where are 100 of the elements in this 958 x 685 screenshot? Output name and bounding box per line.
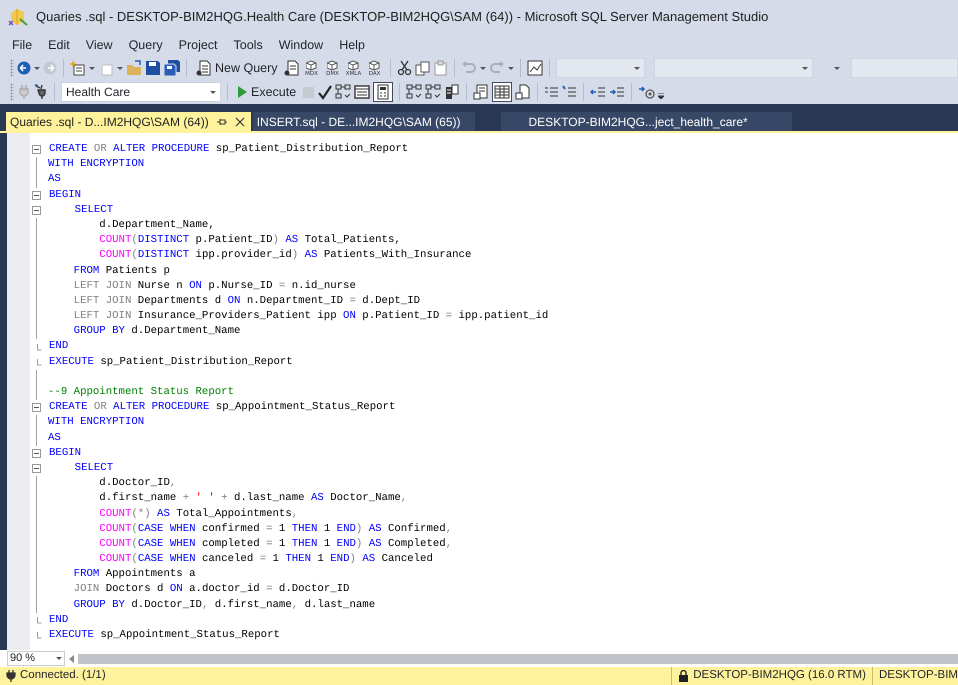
comment-lines-icon[interactable] xyxy=(544,85,560,99)
caret-icon[interactable] xyxy=(834,66,840,70)
window-icon[interactable] xyxy=(354,84,370,100)
caret-icon xyxy=(802,66,808,70)
menu-item[interactable]: Window xyxy=(270,36,332,54)
code-line: COUNT(*) AS Total_Appointments, xyxy=(98,506,298,522)
menu-item[interactable]: Query xyxy=(120,36,171,54)
menu-item[interactable]: Tools xyxy=(226,36,271,54)
code-line: SELECT xyxy=(74,460,114,476)
close-icon[interactable] xyxy=(234,116,245,126)
code-line: CREATE OR ALTER PROCEDURE sp_Patient_Distribution_Report xyxy=(49,142,408,157)
check-icon[interactable] xyxy=(318,84,332,100)
pin-icon[interactable] xyxy=(216,118,227,126)
code-line: GROUP BY d.Doctor_ID, d.first_name, d.last_name xyxy=(72,598,376,613)
document-tab[interactable]: INSERT.sql - DE...IM2HQG\SAM (65)) xyxy=(252,112,475,131)
caret-icon xyxy=(210,90,216,94)
app-icon xyxy=(8,7,28,27)
decrease-indent-icon[interactable] xyxy=(590,85,606,99)
overflow-icon[interactable] xyxy=(658,93,664,99)
code-line: WITH ENCRYPTION xyxy=(48,157,144,172)
collapse-icon[interactable] xyxy=(32,403,41,412)
code-line: SELECT xyxy=(74,202,114,218)
new-query-label: New Query xyxy=(215,60,278,77)
document-tab[interactable]: DESKTOP-BIM2HQG...ject_health_care* xyxy=(500,112,792,131)
caret-icon[interactable] xyxy=(89,66,95,70)
grid-icon xyxy=(494,84,510,100)
back-icon[interactable] xyxy=(17,61,31,75)
collapse-icon[interactable] xyxy=(32,190,41,200)
code-line: LEFT JOIN Nurse n ON p.Nurse_ID = n.id_nurse xyxy=(72,278,356,294)
plan-icon[interactable] xyxy=(335,84,352,100)
chart-window-icon[interactable] xyxy=(526,60,543,76)
save-all-icon[interactable] xyxy=(164,60,180,76)
menu-item[interactable]: Help xyxy=(331,36,373,54)
open-folder-icon[interactable] xyxy=(126,60,142,76)
code-line: END xyxy=(49,339,68,354)
code-line: LEFT JOIN Insurance_Providers_Patient ipp ON p.Patient_ID = ipp.patient_id xyxy=(72,309,548,324)
code-line: FROM Patients p xyxy=(72,264,170,278)
document-tab[interactable]: Quaries .sql - D...IM2HQG\SAM (64)) xyxy=(6,112,251,131)
menu-item[interactable]: View xyxy=(78,36,121,54)
plug-icon[interactable] xyxy=(34,84,48,100)
database-name: Health Care xyxy=(66,84,130,101)
caret-icon[interactable] xyxy=(117,66,123,70)
code-line: END xyxy=(49,612,68,628)
cube-icon xyxy=(348,60,360,70)
code-line: LEFT JOIN Departments d ON n.Department_ID = d.Dept_ID xyxy=(72,294,420,309)
dropdown-field[interactable] xyxy=(654,58,813,78)
collapse-icon[interactable] xyxy=(32,145,41,154)
new-query-button[interactable]: New Query xyxy=(193,57,281,79)
caret-icon[interactable] xyxy=(480,66,486,70)
code-line: d.Doctor_ID, xyxy=(98,476,176,492)
code-line: d.first_name + ' ' + d.last_name AS Doctor_Name, xyxy=(98,491,408,506)
collapse-icon[interactable] xyxy=(32,448,41,458)
code-line: COUNT(CASE WHEN canceled = 1 THEN 1 END) AS Canceled xyxy=(98,552,433,568)
plan-icon[interactable] xyxy=(425,84,442,100)
client-statistics-button[interactable] xyxy=(373,82,394,102)
code-line: BEGIN xyxy=(49,188,82,203)
caret-icon[interactable] xyxy=(508,66,514,70)
menu-item[interactable]: Project xyxy=(170,36,226,54)
server-name: DESKTOP-BIM2HQG (16.0 RTM) xyxy=(693,668,866,684)
menu-item[interactable]: File xyxy=(4,36,40,54)
code-line: COUNT(CASE WHEN completed = 1 THEN 1 END) AS Completed, xyxy=(98,536,452,552)
results-to-grid-button[interactable] xyxy=(492,82,512,102)
database-dropdown[interactable]: Health Care xyxy=(61,82,221,102)
increase-indent-icon[interactable] xyxy=(609,85,626,99)
code-line: FROM Appointments a xyxy=(72,567,196,582)
tab-label: DESKTOP-BIM2HQG...ject_health_care* xyxy=(528,114,748,130)
cut-icon[interactable] xyxy=(396,60,412,76)
new-project-icon[interactable] xyxy=(70,60,86,76)
caret-icon xyxy=(56,657,62,660)
horizontal-scrollbar[interactable] xyxy=(78,654,958,664)
collapse-icon[interactable] xyxy=(32,206,41,215)
code-line: AS xyxy=(48,172,61,188)
cube-icon xyxy=(327,60,338,70)
document-icon[interactable] xyxy=(284,60,300,76)
zoom-dropdown[interactable]: 90 % xyxy=(7,651,65,666)
execute-button[interactable]: Execute xyxy=(234,81,300,103)
caret-icon[interactable] xyxy=(34,66,40,70)
code-line: CREATE OR ALTER PROCEDURE sp_Appointment_Status_Report xyxy=(49,400,396,416)
save-icon[interactable] xyxy=(145,60,161,76)
plan-icon[interactable] xyxy=(406,84,422,100)
results-to-file-icon[interactable] xyxy=(515,84,532,100)
code-line: EXECUTE sp_Appointment_Status_Report xyxy=(49,628,280,643)
scroll-left-icon[interactable] xyxy=(69,654,74,662)
login-name: DESKTOP-BIM xyxy=(878,668,958,684)
copy-icon[interactable] xyxy=(414,60,430,76)
code-line: BEGIN xyxy=(49,446,82,461)
execute-label: Execute xyxy=(251,84,296,101)
code-line: WITH ENCRYPTION xyxy=(48,415,144,430)
server-icon[interactable] xyxy=(444,84,460,100)
cube-icon xyxy=(369,60,380,70)
code-line: GROUP BY d.Department_Name xyxy=(72,324,240,340)
collapse-icon[interactable] xyxy=(32,464,41,474)
uncomment-lines-icon[interactable] xyxy=(562,85,578,99)
menu-item[interactable]: Edit xyxy=(40,36,78,54)
code-line: COUNT(CASE WHEN confirmed = 1 THEN 1 END) AS Confirmed, xyxy=(98,522,452,537)
results-to-text-icon[interactable] xyxy=(473,84,490,100)
dropdown-field[interactable] xyxy=(556,58,645,78)
cube-icon xyxy=(306,60,318,70)
tab-label: INSERT.sql - DE...IM2HQG\SAM (65)) xyxy=(256,114,461,130)
code-line: COUNT(DISTINCT ipp.provider_id) AS Patients_With_Insurance xyxy=(98,248,472,264)
